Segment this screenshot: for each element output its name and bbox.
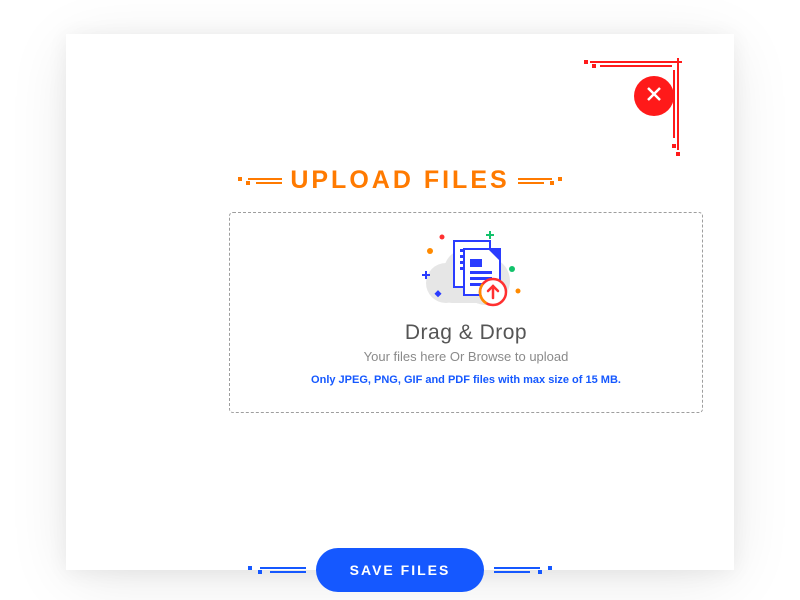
save-files-button[interactable]: SAVE FILES: [316, 548, 485, 592]
modal-title: UPLOAD FILES: [290, 166, 509, 195]
close-button[interactable]: [634, 76, 674, 116]
title-ornament-right: [518, 174, 562, 188]
dropzone-subheading: Your files here Or Browse to upload: [364, 349, 569, 364]
save-ornament-right: [494, 563, 552, 577]
title-ornament-left: [238, 174, 282, 188]
save-ornament-left: [248, 563, 306, 577]
dropzone-heading: Drag & Drop: [405, 321, 527, 345]
upload-illustration-icon: [386, 223, 546, 323]
modal-title-row: UPLOAD FILES: [66, 166, 734, 195]
upload-modal: UPLOAD FILES: [66, 34, 734, 570]
save-row: SAVE FILES: [66, 548, 734, 592]
dropzone-hint: Only JPEG, PNG, GIF and PDF files with m…: [311, 374, 621, 386]
close-icon: [646, 86, 662, 107]
file-dropzone[interactable]: Drag & Drop Your files here Or Browse to…: [229, 212, 703, 413]
